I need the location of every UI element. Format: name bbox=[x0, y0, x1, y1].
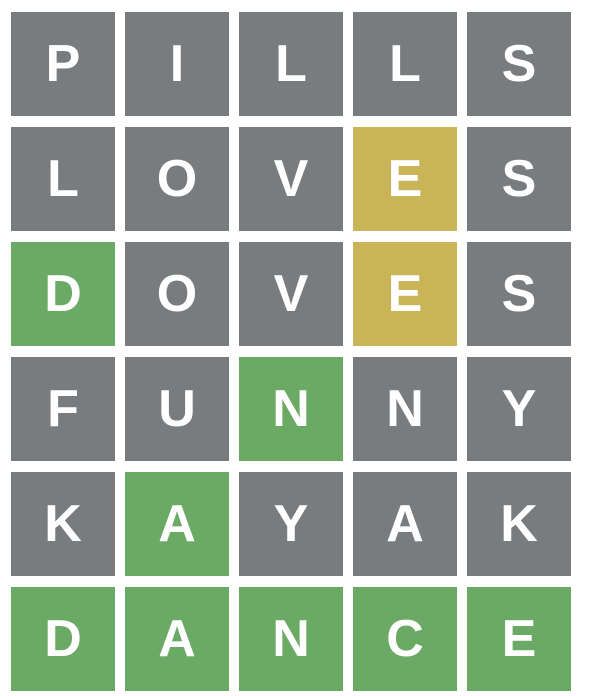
letter-tile: Y bbox=[239, 472, 343, 576]
letter-tile: E bbox=[353, 242, 457, 346]
letter-tile: S bbox=[467, 12, 571, 116]
letter-tile: V bbox=[239, 242, 343, 346]
letter-tile: K bbox=[11, 472, 115, 576]
letter-tile: L bbox=[239, 12, 343, 116]
letter-tile: P bbox=[11, 12, 115, 116]
letter-tile: D bbox=[11, 242, 115, 346]
letter-tile: S bbox=[467, 242, 571, 346]
letter-tile: Y bbox=[467, 357, 571, 461]
letter-tile: O bbox=[125, 242, 229, 346]
letter-tile: U bbox=[125, 357, 229, 461]
letter-tile: S bbox=[467, 127, 571, 231]
letter-tile: N bbox=[353, 357, 457, 461]
letter-tile: D bbox=[11, 587, 115, 691]
letter-tile: E bbox=[467, 587, 571, 691]
letter-tile: I bbox=[125, 12, 229, 116]
letter-tile: V bbox=[239, 127, 343, 231]
letter-tile: A bbox=[353, 472, 457, 576]
letter-tile: O bbox=[125, 127, 229, 231]
letter-tile: A bbox=[125, 587, 229, 691]
letter-tile: K bbox=[467, 472, 571, 576]
letter-tile: F bbox=[11, 357, 115, 461]
letter-tile: L bbox=[11, 127, 115, 231]
letter-tile: N bbox=[239, 587, 343, 691]
letter-tile: C bbox=[353, 587, 457, 691]
letter-tile: N bbox=[239, 357, 343, 461]
game-board: P I L L S L O V E S D O V E S F U N N Y … bbox=[11, 12, 571, 691]
letter-tile: L bbox=[353, 12, 457, 116]
letter-tile: E bbox=[353, 127, 457, 231]
letter-tile: A bbox=[125, 472, 229, 576]
